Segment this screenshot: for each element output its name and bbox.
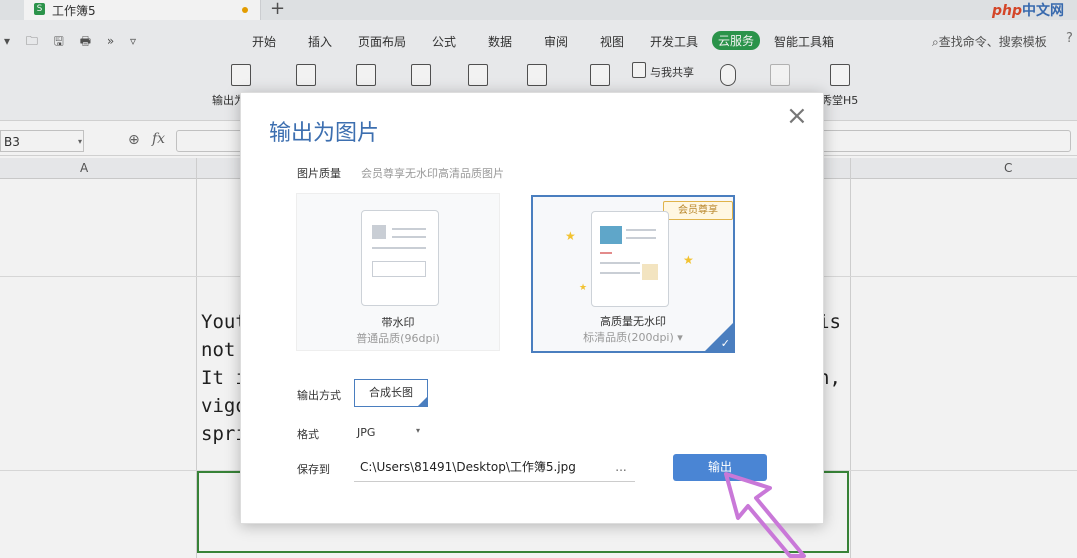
quality-hint: 会员尊享无水印高清品质图片 (361, 167, 504, 180)
quality-label: 图片质量 (297, 167, 341, 180)
mode-option-long-image[interactable]: 合成长图 (354, 379, 428, 407)
hq-doc-icon (591, 211, 669, 307)
hq-no-watermark-option[interactable]: 会员尊享 ★ ★ ★ 高质量无水印 标清品质(200dpi) ▾ ✓ (531, 195, 735, 353)
watermark-option-title: 带水印 (381, 316, 415, 329)
hq-option-title: 高质量无水印 (600, 315, 666, 328)
watermark-doc-icon (361, 210, 439, 306)
close-icon[interactable]: × (786, 101, 808, 131)
export-image-dialog: 输出为图片 × 图片质量 会员尊享无水印高清品质图片 带水印 普通品质(96dp… (240, 92, 824, 524)
watermark-option[interactable]: 带水印 普通品质(96dpi) (296, 193, 500, 351)
save-path-input[interactable]: C:\Users\81491\Desktop\工作簿5.jpg (354, 453, 610, 482)
star-icon: ★ (579, 283, 588, 293)
dialog-title: 输出为图片 (269, 121, 380, 146)
star-icon: ★ (683, 253, 694, 267)
browse-button[interactable]: ... (607, 453, 635, 482)
vip-badge: 会员尊享 (663, 201, 733, 220)
save-label: 保存到 (297, 463, 330, 476)
checkmark-icon: ✓ (720, 337, 730, 350)
chevron-down-icon[interactable]: ▾ (677, 331, 683, 344)
watermark-option-sub: 普通品质(96dpi) (356, 332, 440, 345)
pointer-arrow-icon (724, 472, 806, 558)
format-label: 格式 (297, 428, 319, 441)
star-icon: ★ (565, 229, 576, 243)
chevron-down-icon[interactable]: ▾ (416, 426, 420, 435)
mode-label: 输出方式 (297, 389, 341, 402)
hq-option-sub: 标清品质(200dpi) ▾ (583, 331, 683, 344)
selected-corner (418, 397, 427, 406)
